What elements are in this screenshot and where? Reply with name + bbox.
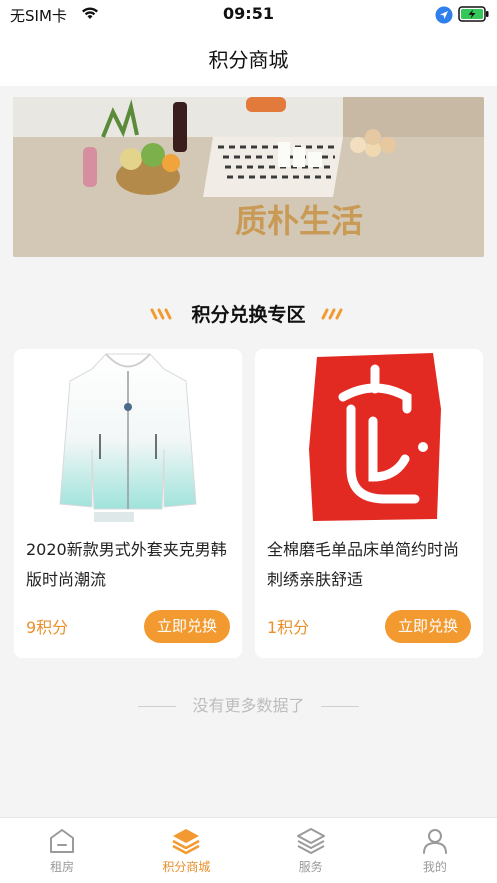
tab-points-mall[interactable]: 积分商城 (124, 818, 248, 883)
right-decoration-icon (321, 308, 343, 319)
product-points: 1积分 (267, 618, 310, 637)
clock: 09:51 (223, 4, 274, 23)
no-more-data: 没有更多数据了 (0, 692, 497, 716)
product-points: 9积分 (26, 618, 69, 637)
tab-mine[interactable]: 我的 (373, 818, 497, 883)
layers-outline-icon (296, 828, 325, 854)
home-icon (50, 829, 75, 853)
jacket-image (14, 349, 242, 524)
redeem-button[interactable]: 立即兑换 (144, 610, 230, 643)
seal-image (255, 349, 483, 524)
product-card[interactable]: 2020新款男式外套夹克男韩版时尚潮流 9积分 立即兑换 (14, 349, 242, 658)
left-decoration-icon (150, 308, 172, 319)
tab-bar: 租房 积分商城 服务 我的 (0, 817, 497, 883)
product-title: 2020新款男式外套夹克男韩版时尚潮流 (26, 540, 227, 589)
tab-service[interactable]: 服务 (249, 818, 373, 883)
section-header: 积分兑换专区 (0, 300, 497, 330)
page-title: 积分商城 (208, 48, 289, 72)
battery-charging-icon (458, 6, 489, 22)
divider (138, 706, 177, 707)
redeem-button[interactable]: 立即兑换 (385, 610, 471, 643)
no-more-text: 没有更多数据了 (192, 696, 305, 715)
status-bar: 无SIM卡 09:51 (0, 0, 497, 30)
nav-bar: 积分商城 (0, 30, 497, 86)
banner-text: 质朴生活 (235, 202, 363, 240)
promo-banner[interactable]: 质朴生活 (13, 97, 484, 257)
tab-label: 我的 (422, 860, 447, 874)
tab-label: 租房 (50, 860, 75, 874)
location-icon (435, 6, 453, 24)
banner-image: 质朴生活 (13, 97, 484, 257)
divider (320, 706, 359, 707)
user-icon (422, 829, 447, 854)
layers-icon (172, 829, 200, 855)
tab-label: 服务 (298, 860, 323, 874)
product-card[interactable]: 全棉磨毛单品床单简约时尚刺绣亲肤舒适 1积分 立即兑换 (255, 349, 483, 658)
tab-label: 积分商城 (162, 860, 211, 874)
tab-rent[interactable]: 租房 (0, 818, 124, 883)
product-title: 全棉磨毛单品床单简约时尚刺绣亲肤舒适 (267, 540, 460, 589)
section-title: 积分兑换专区 (191, 304, 306, 326)
